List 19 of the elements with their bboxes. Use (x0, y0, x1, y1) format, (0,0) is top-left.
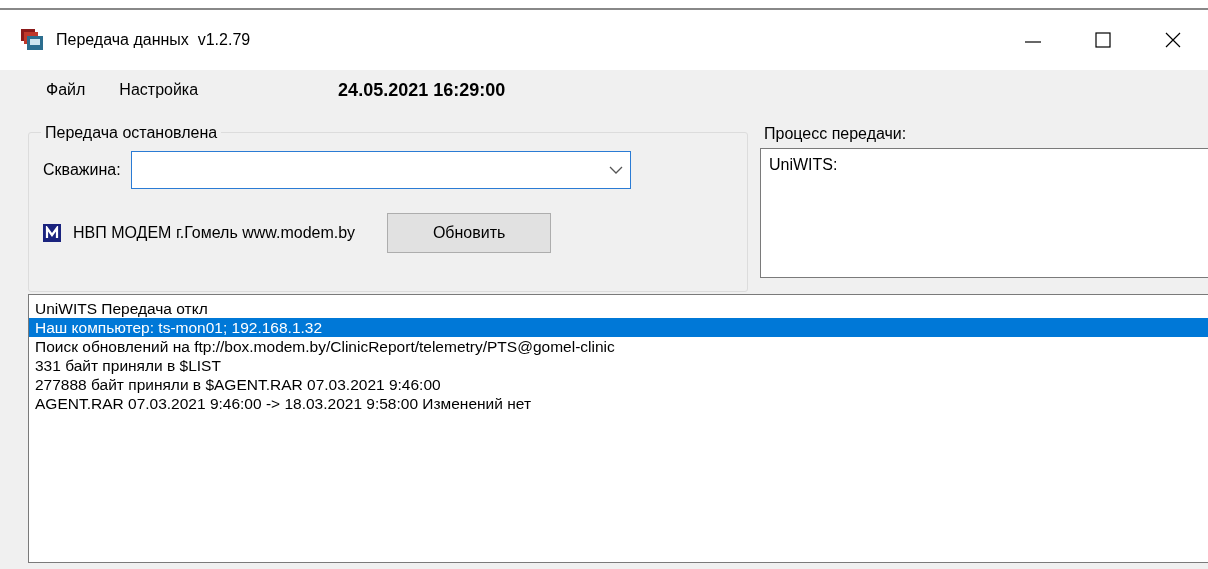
log-line[interactable]: AGENT.RAR 07.03.2021 9:46:00 -> 18.03.2021 9:58:00 Изменений нет (29, 394, 1208, 413)
checkbox-label: НВП МОДЕМ г.Гомель www.modem.by (73, 223, 356, 243)
close-icon (1163, 30, 1183, 50)
well-label: Скважина: (43, 160, 121, 180)
menu-item[interactable]: Файл (36, 78, 96, 102)
app-icon (20, 28, 46, 52)
log-line[interactable]: 277888 байт приняли в $AGENT.RAR 07.03.2021 9:46:00 (29, 375, 1208, 394)
checkbox[interactable] (43, 224, 61, 242)
datetime-label: 24.05.2021 16:29:00 (338, 78, 506, 102)
maximize-icon (1093, 30, 1113, 50)
menu-item[interactable]: Настройка (109, 78, 209, 102)
log-line[interactable]: Поиск обновлений на ftp://box.modem.by/ClinicReport/telemetry/PTS@gomel-clinic (29, 337, 1208, 356)
well-combobox[interactable] (130, 151, 631, 189)
minimize-icon (1025, 41, 1041, 43)
window-title: Передача данных v1.2.79 (56, 30, 251, 50)
process-label: Процесс передачи: (764, 124, 908, 144)
log-line[interactable]: UniWITS Передача откл (29, 299, 1208, 318)
log-line[interactable]: 331 байт приняли в $LIST (29, 356, 1208, 375)
refresh-button[interactable]: Обновить (387, 213, 552, 253)
